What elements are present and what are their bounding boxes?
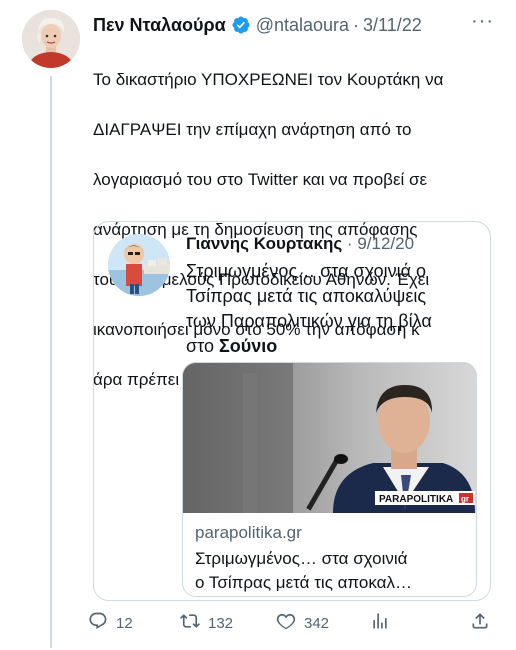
separator-dot: · — [346, 234, 353, 253]
analytics-icon — [370, 611, 390, 635]
parapolitika-logo-suffix: gr — [461, 495, 469, 504]
link-preview-card[interactable]: PARAPOLITIKA gr parapolitika.gr Στριμωγμ… — [182, 362, 477, 597]
parapolitika-logo: PARAPOLITIKA — [379, 494, 453, 505]
views-button[interactable] — [370, 611, 390, 635]
link-title-line: ο Τσίπρας μετά τις αποκαλ… — [195, 573, 412, 592]
quoted-avatar[interactable] — [108, 234, 170, 296]
quoted-tweet[interactable]: Γιαννης Κουρτακης · 9/12/20 Στριμωγμένος… — [93, 221, 491, 601]
tweet-date[interactable]: 3/11/22 — [363, 15, 422, 36]
tweet-header: Πεν Νταλαούρα @ntalaoura · 3/11/22 — [93, 12, 422, 38]
more-icon[interactable]: ··· — [471, 10, 494, 33]
avatar[interactable] — [22, 10, 80, 68]
verified-badge-icon — [231, 15, 251, 35]
like-button[interactable]: 342 — [276, 611, 329, 635]
quoted-display-name[interactable]: Γιαννης Κουρτακης — [186, 234, 342, 253]
quoted-text-line: Τσίπρας μετά τις αποκαλύψεις — [186, 286, 427, 306]
quoted-text-line: των Παραπολιτικών για τη βίλα — [186, 311, 432, 331]
retweet-count: 132 — [208, 614, 234, 632]
link-domain: parapolitika.gr — [195, 523, 302, 542]
quoted-text-line-last: στο Σούνιο — [186, 334, 486, 359]
reply-count: 12 — [116, 614, 133, 632]
reply-icon — [88, 611, 108, 635]
quoted-text: Στριμωγμένος… στα σχοινιά ο Τσίπρας μετά… — [186, 259, 486, 359]
share-button[interactable] — [470, 611, 490, 635]
tweet: Πεν Νταλαούρα @ntalaoura · 3/11/22 ··· Τ… — [0, 0, 516, 650]
reply-button[interactable]: 12 — [88, 611, 133, 635]
quoted-text-line: Στριμωγμένος… στα σχοινιά ο — [186, 261, 426, 281]
quoted-text-plain: στο — [186, 336, 219, 356]
link-title: Στριμωγμένος… στα σχοινιά ο Τσίπρας μετά… — [195, 547, 470, 595]
quoted-header: Γιαννης Κουρτακης · 9/12/20 — [186, 234, 414, 254]
share-icon — [470, 611, 490, 635]
display-name[interactable]: Πεν Νταλαούρα — [93, 15, 226, 36]
heart-icon — [276, 611, 296, 635]
link-preview-image: PARAPOLITIKA gr — [183, 363, 476, 513]
tweet-text-line: λογαριασμό του στο Twitter και να προβεί… — [93, 170, 428, 189]
quoted-text-bold: Σούνιο — [218, 336, 278, 356]
tweet-text-line: ΔΙΑΓΡΑΨΕΙ την επίμαχη ανάρτηση από το — [93, 120, 412, 139]
quoted-date[interactable]: 9/12/20 — [357, 234, 414, 253]
retweet-icon — [180, 611, 200, 635]
tweet-actions: 12 132 342 — [88, 611, 498, 635]
retweet-button[interactable]: 132 — [180, 611, 233, 635]
tweet-text-line: Το δικαστήριο ΥΠΟΧΡΕΩΝΕΙ τον Κουρτάκη να — [93, 70, 444, 89]
like-count: 342 — [304, 614, 330, 632]
handle[interactable]: @ntalaoura — [256, 15, 349, 36]
link-title-line: Στριμωγμένος… στα σχοινιά — [195, 549, 408, 568]
separator-dot: · — [353, 14, 360, 35]
thread-line — [50, 76, 52, 648]
